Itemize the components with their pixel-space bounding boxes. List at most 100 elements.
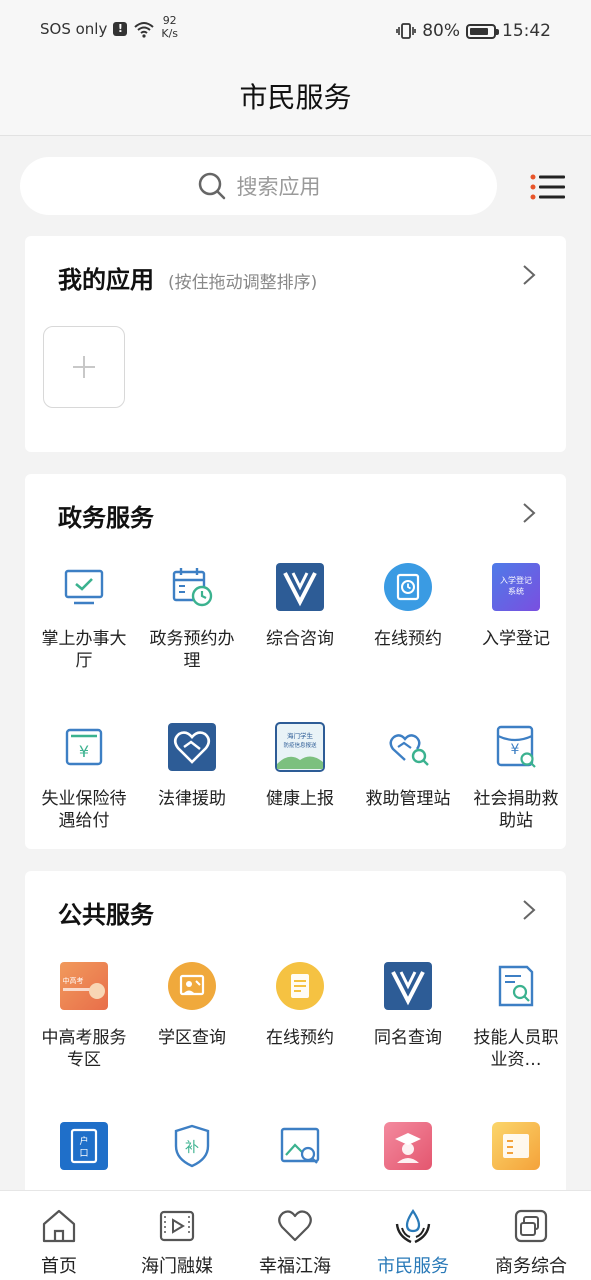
calendar-clock-icon xyxy=(172,568,213,607)
media-play-icon xyxy=(159,1210,195,1242)
service-item-same-name[interactable]: 同名查询 xyxy=(354,961,462,1049)
service-item-skill-certification[interactable]: 技能人员职业资… xyxy=(462,961,570,1071)
graduate-icon xyxy=(384,1122,432,1170)
service-item-label: 在线预约 xyxy=(374,629,442,649)
gov-services-title: 政务服务 xyxy=(58,503,154,532)
svg-text:防疫信息报送: 防疫信息报送 xyxy=(283,741,317,749)
exam-banner-icon: 中高考 xyxy=(60,962,108,1010)
svg-text:¥: ¥ xyxy=(511,742,520,758)
public-services-title: 公共服务 xyxy=(58,900,154,929)
clipboard-clock-icon xyxy=(384,563,432,611)
page-title: 市民服务 xyxy=(239,81,352,114)
service-item-label: 同名查询 xyxy=(374,1028,442,1048)
service-item-rescue-station[interactable]: 救助管理站 xyxy=(354,722,462,810)
svg-text:补: 补 xyxy=(185,1140,199,1156)
tab-business[interactable]: 商务综合 xyxy=(472,1191,590,1280)
v-logo-icon xyxy=(276,563,324,611)
tab-home[interactable]: 首页 xyxy=(0,1191,118,1280)
helping-hand-search-icon xyxy=(389,734,429,766)
sim-alert-icon: ! xyxy=(113,22,128,36)
service-item-consultation[interactable]: 综合咨询 xyxy=(246,562,354,650)
battery-percent: 80% xyxy=(422,21,460,41)
svg-text:¥: ¥ xyxy=(79,742,89,761)
svg-text:口: 口 xyxy=(79,1149,88,1159)
network-speed-value: 92 xyxy=(162,14,177,27)
chevron-right-icon[interactable] xyxy=(522,899,536,921)
service-item-label: 失业保险待遇给付 xyxy=(41,789,127,831)
health-report-icon: 海门学生 防疫信息报送 xyxy=(275,722,325,772)
donation-search-icon: ¥ xyxy=(496,725,536,768)
orange-form-icon xyxy=(492,1122,540,1170)
household-register-icon: 户 口 xyxy=(60,1122,108,1170)
service-item-label: 中高考服务专区 xyxy=(41,1028,127,1070)
service-item-mobile-hall[interactable]: 掌上办事大厅 xyxy=(30,562,138,672)
svg-text:海门学生: 海门学生 xyxy=(287,731,314,740)
tab-label: 首页 xyxy=(41,1256,77,1277)
service-item-appointment-handling[interactable]: 政务预约办理 xyxy=(138,562,246,672)
service-item-subsidy[interactable]: 补 xyxy=(138,1121,246,1175)
service-item-orange-form[interactable] xyxy=(462,1121,570,1175)
search-input[interactable]: 搜索应用 xyxy=(20,157,497,215)
enrollment-system-icon: 入学登记 系统 xyxy=(492,563,540,611)
water-hands-icon xyxy=(395,1209,431,1244)
service-item-label: 综合咨询 xyxy=(266,629,334,649)
service-item-label: 入学登记 xyxy=(482,629,550,649)
service-item-label: 技能人员职业资… xyxy=(473,1028,559,1070)
service-item-online-booking[interactable]: 在线预约 xyxy=(246,961,354,1049)
svg-text:入学登记: 入学登记 xyxy=(500,575,532,585)
service-item-online-appointment[interactable]: 在线预约 xyxy=(354,562,462,650)
chevron-right-icon[interactable] xyxy=(522,502,536,524)
heart-handshake-icon xyxy=(168,723,216,771)
chevron-right-icon[interactable] xyxy=(522,264,536,286)
search-row: 搜索应用 xyxy=(0,137,591,232)
service-item-label: 掌上办事大厅 xyxy=(41,629,127,671)
search-icon xyxy=(198,172,225,200)
title-bar: 市民服务 xyxy=(0,60,591,136)
monitor-check-icon xyxy=(64,569,104,605)
school-district-icon xyxy=(168,962,216,1010)
status-bar: SOS only ! 92 K/s 80% 15:42 xyxy=(0,0,591,60)
my-apps-title: 我的应用 (按住拖动调整排序) xyxy=(58,260,317,295)
service-item-image-search[interactable] xyxy=(246,1121,354,1175)
svg-text:系统: 系统 xyxy=(508,586,524,596)
service-item-label: 健康上报 xyxy=(266,789,334,809)
service-item-label: 社会捐助救助站 xyxy=(473,789,559,831)
home-icon xyxy=(42,1209,76,1243)
tab-happiness[interactable]: 幸福江海 xyxy=(236,1191,354,1280)
tab-label: 海门融媒 xyxy=(141,1256,213,1277)
menu-list-icon[interactable] xyxy=(528,172,568,202)
vibrate-icon xyxy=(396,23,417,39)
battery-icon xyxy=(466,23,499,39)
heart-icon xyxy=(278,1210,312,1242)
v-logo-icon xyxy=(384,962,432,1010)
service-item-health-report[interactable]: 海门学生 防疫信息报送 健康上报 xyxy=(246,722,354,810)
image-search-icon xyxy=(280,1127,320,1164)
svg-text:中高考: 中高考 xyxy=(63,976,84,985)
service-item-graduate[interactable] xyxy=(354,1121,462,1175)
service-item-school-district[interactable]: 学区查询 xyxy=(138,961,246,1049)
tab-citizen-services[interactable]: 市民服务 xyxy=(354,1191,472,1280)
tab-label: 商务综合 xyxy=(495,1256,567,1277)
service-item-household[interactable]: 户 口 xyxy=(30,1121,138,1175)
tab-label: 幸福江海 xyxy=(259,1256,331,1277)
status-left: SOS only ! 92 K/s xyxy=(40,14,178,40)
service-item-label: 救助管理站 xyxy=(365,789,451,809)
wifi-icon xyxy=(134,22,155,38)
tab-label: 市民服务 xyxy=(377,1256,449,1277)
clock: 15:42 xyxy=(502,21,551,41)
bottom-tab-bar: 首页 海门融媒 幸福江海 市民服务 商务综合 xyxy=(0,1190,591,1280)
network-speed-unit: K/s xyxy=(161,27,179,40)
tab-media[interactable]: 海门融媒 xyxy=(118,1191,236,1280)
network-speed: 92 K/s xyxy=(161,14,178,40)
service-item-enrollment[interactable]: 入学登记 系统 入学登记 xyxy=(462,562,570,650)
add-app-button[interactable] xyxy=(43,326,125,408)
my-apps-card: 我的应用 (按住拖动调整排序) xyxy=(25,236,566,452)
service-item-donation-station[interactable]: ¥ 社会捐助救助站 xyxy=(462,722,570,832)
certificate-search-icon xyxy=(498,965,534,1007)
service-item-label: 在线预约 xyxy=(266,1028,334,1048)
service-item-exam-zone[interactable]: 中高考 中高考服务专区 xyxy=(30,961,138,1071)
service-item-unemployment-insurance[interactable]: ¥ 失业保险待遇给付 xyxy=(30,722,138,832)
plus-icon xyxy=(73,356,95,378)
carrier-text: SOS only xyxy=(40,20,108,38)
service-item-legal-aid[interactable]: 法律援助 xyxy=(138,722,246,810)
